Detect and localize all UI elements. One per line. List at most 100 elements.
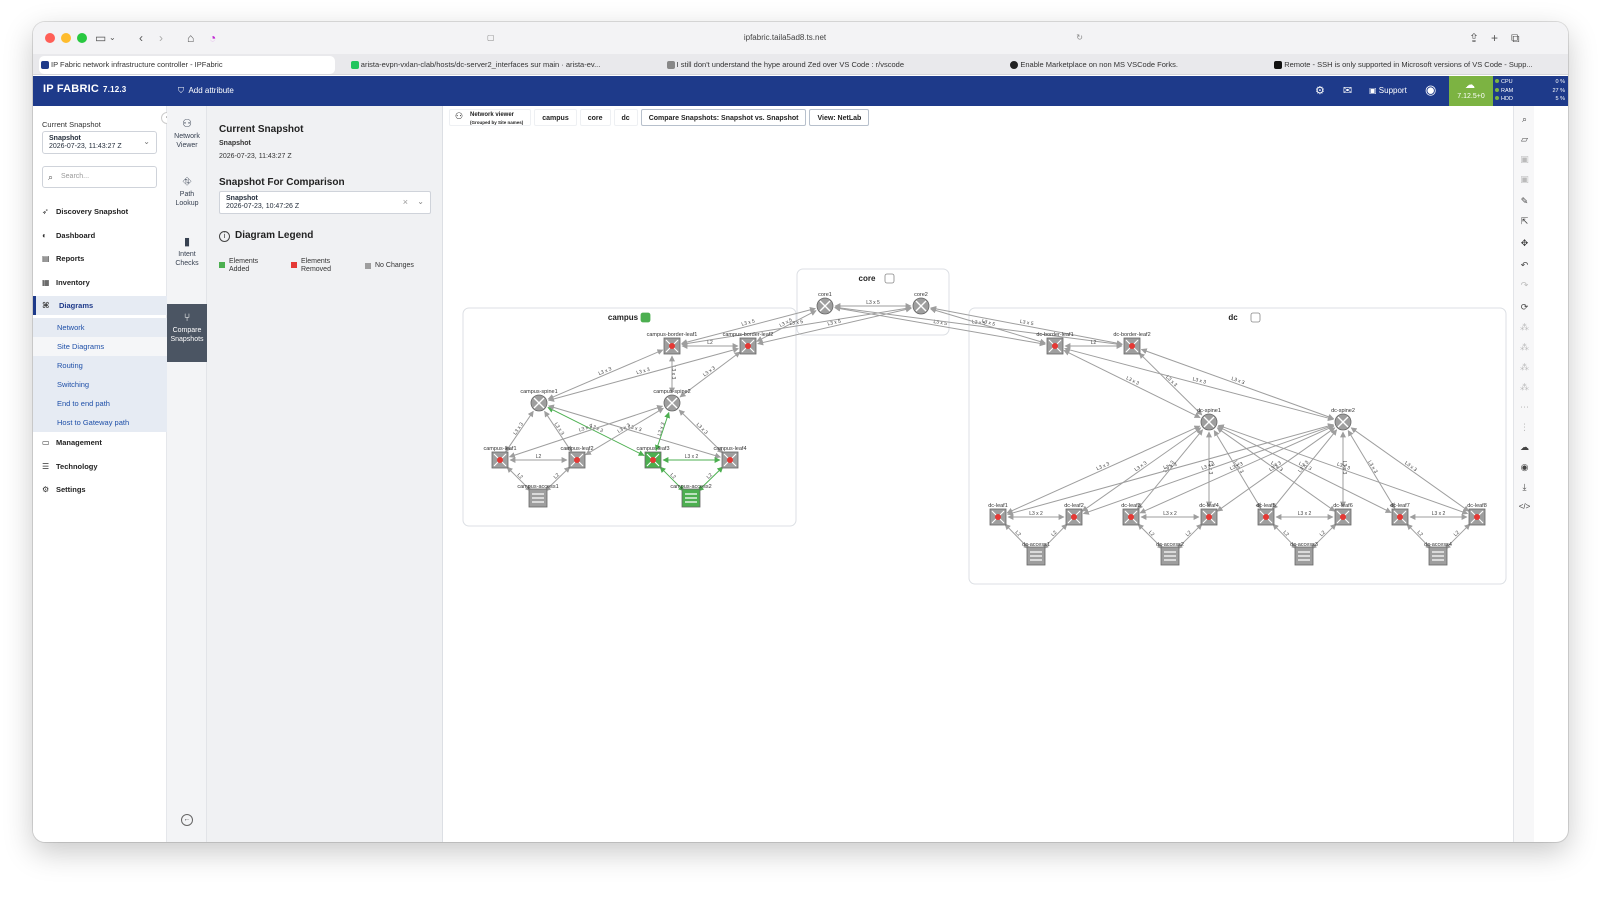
sidebar-toggle-icon[interactable]: ▭ — [95, 30, 106, 46]
back-icon[interactable]: ‹ — [139, 30, 143, 46]
tab-github-arista[interactable]: arista-evpn-vxlan-clab/hosts/dc-server2_… — [349, 56, 651, 74]
network-diagram-canvas[interactable]: campus core dc L3 x 5 L3 x 5 L3 x 5 L3 x 5 L3 … — [443, 106, 1513, 842]
reload-icon[interactable]: ↻ — [1076, 29, 1083, 47]
chevron-down-icon[interactable]: ⌄ — [417, 198, 424, 206]
refresh-icon[interactable]: ⟳ — [1514, 302, 1535, 313]
tab-reddit[interactable]: I still don't understand the hype around… — [665, 56, 995, 74]
node-dc-leaf5[interactable]: dc-leaf5 — [1256, 503, 1276, 526]
align-icon[interactable]: ⋯ — [1514, 402, 1535, 413]
rail-compare-snapshots[interactable]: ⑂ Compare Snapshots — [167, 304, 207, 362]
share-icon[interactable]: ⇪ — [1469, 30, 1479, 46]
folder-open-icon[interactable]: ▱ — [1514, 134, 1535, 145]
tab-marketplace[interactable]: Enable Marketplace on non MS VSCode Fork… — [1008, 56, 1258, 74]
node-dc-leaf7[interactable]: dc-leaf7 — [1390, 503, 1410, 526]
tab-ipfabric[interactable]: IP Fabric network infrastructure control… — [39, 56, 335, 74]
export-icon[interactable]: ⇱ — [1514, 216, 1535, 227]
minimize-window-button[interactable] — [61, 33, 71, 43]
user-avatar-icon[interactable]: ◉ — [1425, 82, 1436, 98]
status-dot — [1397, 514, 1403, 520]
zoom-window-button[interactable] — [77, 33, 87, 43]
nav-settings[interactable]: ⚙ Settings — [33, 480, 167, 499]
subnav-routing[interactable]: Routing — [33, 356, 167, 375]
nav-diagrams[interactable]: ⌘ Diagrams — [33, 296, 167, 315]
tab-title: arista-evpn-vxlan-clab/hosts/dc-server2_… — [360, 60, 601, 69]
cloud-icon[interactable]: ☁ — [1514, 442, 1535, 453]
node-core1[interactable]: core1 — [816, 292, 834, 315]
current-snapshot-title: Current Snapshot — [219, 124, 304, 135]
compare-view-button[interactable]: Compare Snapshots: Snapshot vs. Snapshot — [640, 109, 807, 126]
nav-dashboard[interactable]: ◐ Dashboard — [33, 226, 167, 245]
site-group-icon[interactable] — [884, 273, 895, 284]
version-badge[interactable]: ☁ 7.12.5+0 — [1449, 76, 1493, 106]
node-dc-leaf3[interactable]: dc-leaf3 — [1121, 503, 1141, 526]
edit-icon[interactable]: ✎ — [1514, 196, 1535, 207]
address-bar[interactable]: ▢ ipfabric.taila5ad8.ts.net ↻ — [485, 29, 1085, 47]
subnav-host-to-gateway-path[interactable]: Host to Gateway path — [33, 413, 167, 432]
snapshot-select[interactable]: Snapshot 2026-07-23, 11:43:27 Z ⌄ — [42, 131, 157, 154]
add-attribute-button[interactable]: ⛉ Add attribute — [178, 86, 234, 96]
crumb-campus[interactable]: campus — [534, 109, 577, 126]
back-button[interactable]: ← — [181, 814, 193, 826]
layout-tree-icon[interactable]: ⁂ — [1514, 342, 1535, 353]
node-dc-leaf1[interactable]: dc-leaf1 — [988, 503, 1008, 526]
layout-radial-icon[interactable]: ⁂ — [1514, 382, 1535, 393]
rail-intent-checks[interactable]: ▮ Intent Checks — [167, 237, 207, 268]
support-label: Support — [1378, 86, 1407, 95]
support-button[interactable]: ▣ Support — [1369, 86, 1407, 95]
subnav-switching[interactable]: Switching — [33, 375, 167, 394]
status-dot — [995, 514, 1001, 520]
redo-icon[interactable]: ↷ — [1514, 280, 1535, 291]
layout-icon[interactable]: ⁂ — [1514, 322, 1535, 333]
node-dc-leaf6[interactable]: dc-leaf6 — [1333, 503, 1353, 526]
node-label: dc-leaf4 — [1199, 503, 1219, 509]
nav-technology[interactable]: ☰ Technology — [33, 457, 167, 476]
crumb-network-viewer[interactable]: ⚇ Network viewer (Grouped by Site names) — [449, 109, 532, 126]
sidebar-search-input[interactable]: ⌕ Search... — [42, 166, 157, 188]
node-core2[interactable]: core2 — [912, 292, 930, 315]
close-window-button[interactable] — [45, 33, 55, 43]
site-group-icon[interactable] — [1250, 312, 1261, 323]
nav-reports[interactable]: ▤ Reports — [33, 249, 167, 268]
node-dc-leaf8[interactable]: dc-leaf8 — [1467, 503, 1487, 526]
home-icon[interactable]: ⌂ — [187, 30, 194, 46]
forward-icon[interactable]: › — [159, 30, 163, 46]
tab-remote-ssh[interactable]: Remote - SSH is only supported in Micros… — [1272, 56, 1562, 74]
notifications-icon[interactable]: ✉ — [1343, 84, 1352, 97]
eye-icon[interactable]: ◉ — [1514, 462, 1535, 473]
current-snapshot-time: 2026-07-23, 11:43:27 Z — [219, 153, 292, 160]
tab-overview-icon[interactable]: ⧉ — [1511, 30, 1520, 46]
code-icon[interactable]: </> — [1514, 502, 1535, 511]
undo-icon[interactable]: ↶ — [1514, 260, 1535, 271]
subnav-site-diagrams[interactable]: Site Diagrams — [33, 337, 167, 356]
extension-icon[interactable]: ◔ — [209, 30, 216, 46]
download-icon[interactable]: ⤓ — [1514, 482, 1535, 493]
crumb-dc[interactable]: dc — [613, 109, 638, 126]
reddit-favicon-icon — [666, 61, 675, 69]
comparison-snapshot-select[interactable]: Snapshot 2026-07-23, 10:47:26 Z × ⌄ — [219, 191, 431, 214]
nav-discovery-snapshot[interactable]: ➶ Discovery Snapshot — [33, 202, 167, 221]
crumb-core[interactable]: core — [579, 109, 611, 126]
distribute-icon[interactable]: ⋮ — [1514, 422, 1535, 433]
fit-view-icon[interactable]: ✥ — [1514, 238, 1535, 249]
rail-path-lookup[interactable]: ⛗ Path Lookup — [167, 177, 207, 208]
nav-management[interactable]: ▭ Management — [33, 433, 167, 452]
app-logo[interactable]: IP FABRIC 7.12.3 — [43, 83, 126, 95]
node-dc-leaf2[interactable]: dc-leaf2 — [1064, 503, 1084, 526]
subnav-end-to-end-path[interactable]: End to end path — [33, 394, 167, 413]
search-icon[interactable]: ⌕ — [1514, 114, 1535, 125]
save-icon[interactable]: ▣ — [1514, 154, 1535, 165]
tasks-icon[interactable]: ⚙ — [1315, 84, 1325, 97]
site-group-icon[interactable] — [640, 312, 651, 323]
save-as-icon[interactable]: ▣ — [1514, 174, 1535, 185]
clear-icon[interactable]: × — [403, 198, 408, 207]
layout-hier-icon[interactable]: ⁂ — [1514, 362, 1535, 373]
nav-inventory[interactable]: ▦ Inventory — [33, 273, 167, 292]
new-tab-icon[interactable]: + — [1491, 30, 1498, 46]
network-diagram[interactable]: campuscoredc L3 x 5L3 x 5 L3 x 5L3 x 5 L3 … — [443, 106, 1513, 842]
chevron-down-icon[interactable]: ⌄ — [109, 30, 116, 46]
view-mode-button[interactable]: View: NetLab — [809, 109, 870, 126]
subnav-network[interactable]: Network — [33, 318, 167, 337]
rail-network-viewer[interactable]: ⚇ Network Viewer — [167, 119, 207, 150]
node-dc-leaf4[interactable]: dc-leaf4 — [1199, 503, 1219, 526]
link-label: L3 x 2 — [1163, 511, 1177, 517]
